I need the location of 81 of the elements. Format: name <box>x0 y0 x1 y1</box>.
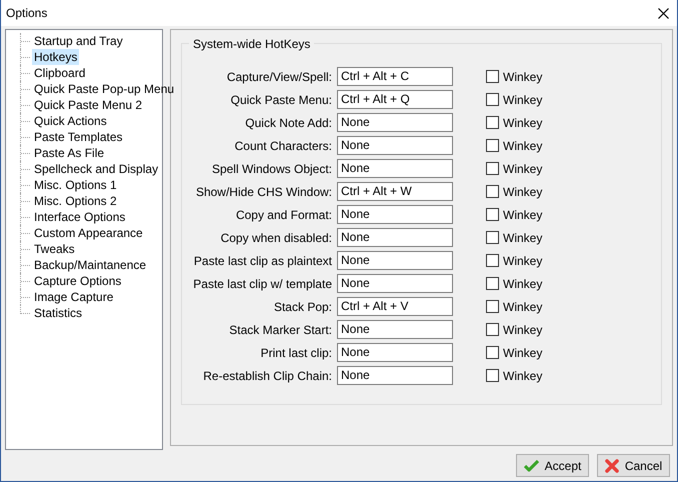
tree-item[interactable]: Interface Options <box>32 209 128 225</box>
tree-item[interactable]: Custom Appearance <box>32 225 145 241</box>
checkbox-label[interactable]: Winkey <box>503 368 542 382</box>
tree-item[interactable]: Image Capture <box>32 289 116 305</box>
accept-button[interactable]: Accept <box>516 454 589 477</box>
tree-item[interactable]: Misc. Options 1 <box>32 177 119 193</box>
checkbox[interactable] <box>486 116 499 129</box>
checkbox[interactable] <box>486 70 499 83</box>
checkbox[interactable] <box>486 300 499 313</box>
field-label: Copy when disabled: <box>220 230 332 244</box>
checkbox[interactable] <box>486 185 499 198</box>
hotkey-field[interactable]: Ctrl + Alt + Q <box>337 90 453 109</box>
hotkey-field[interactable]: None <box>337 251 453 270</box>
tree-item[interactable]: Quick Paste Pop-up Menu <box>32 81 176 97</box>
checkbox-label[interactable]: Winkey <box>503 116 542 130</box>
tree-item[interactable]: Capture Options <box>32 273 124 289</box>
tree-item[interactable]: Quick Paste Menu 2 <box>32 97 144 113</box>
checkbox-label[interactable]: Winkey <box>503 208 542 222</box>
checkbox-label[interactable]: Winkey <box>503 184 542 198</box>
checkbox-label[interactable]: Winkey <box>503 276 542 290</box>
checkbox-label[interactable]: Winkey <box>503 138 542 152</box>
field-label: Show/Hide CHS Window: <box>194 184 332 198</box>
tree-item[interactable]: Hotkeys <box>32 49 80 65</box>
checkbox-label[interactable]: Winkey <box>503 92 542 106</box>
checkbox-label[interactable]: Winkey <box>503 254 542 268</box>
field-label: Paste last clip w/ template <box>192 276 332 290</box>
field-label: Re-establish Clip Chain: <box>202 368 332 382</box>
field-label: Count Characters: <box>234 138 332 152</box>
tree-item[interactable]: Clipboard <box>32 65 88 81</box>
field-label: Print last clip: <box>260 346 332 360</box>
check-icon <box>524 459 539 472</box>
hotkey-field[interactable]: None <box>337 320 453 339</box>
checkbox[interactable] <box>486 93 499 106</box>
checkbox[interactable] <box>486 254 499 267</box>
field-label: Paste last clip as plaintext <box>192 254 332 268</box>
hotkey-field[interactable]: None <box>337 136 453 155</box>
close-icon[interactable] <box>658 8 669 18</box>
checkbox-label[interactable]: Winkey <box>503 322 542 336</box>
tree-item[interactable]: Paste As File <box>32 145 106 161</box>
field-label: Spell Windows Object: <box>210 162 332 176</box>
checkbox[interactable] <box>486 277 499 290</box>
checkbox-label[interactable]: Winkey <box>503 300 542 314</box>
window-title: Options <box>6 6 48 20</box>
tree-item[interactable]: Startup and Tray <box>32 33 125 49</box>
hotkey-field[interactable]: None <box>337 343 453 362</box>
checkbox[interactable] <box>486 139 499 152</box>
field-label: Copy and Format: <box>234 208 332 222</box>
tree-item[interactable]: Backup/Maintanence <box>32 257 148 273</box>
tree-item[interactable]: Quick Actions <box>32 113 109 129</box>
checkbox[interactable] <box>486 162 499 175</box>
cancel-button[interactable]: Cancel <box>597 454 670 477</box>
field-label: Capture/View/Spell: <box>226 70 332 84</box>
tree-item[interactable]: Paste Templates <box>32 129 124 145</box>
hotkey-field[interactable]: None <box>337 274 453 293</box>
checkbox-label[interactable]: Winkey <box>503 346 542 360</box>
checkbox-label[interactable]: Winkey <box>503 162 542 176</box>
checkbox[interactable] <box>486 369 499 382</box>
field-label: Quick Paste Menu: <box>230 92 332 106</box>
group-title: System-wide HotKeys <box>189 38 314 51</box>
checkbox[interactable] <box>486 231 499 244</box>
cross-icon <box>604 458 619 472</box>
tree-item[interactable]: Statistics <box>32 305 84 321</box>
hotkey-field[interactable]: Ctrl + Alt + W <box>337 182 453 201</box>
tree-item[interactable]: Spellcheck and Display <box>32 161 160 177</box>
checkbox[interactable] <box>486 346 499 359</box>
checkbox[interactable] <box>486 323 499 336</box>
tree-item[interactable]: Tweaks <box>32 241 77 257</box>
hotkey-field[interactable]: None <box>337 159 453 178</box>
hotkey-field[interactable]: None <box>337 205 453 224</box>
field-label: Stack Marker Start: <box>228 322 332 336</box>
hotkey-field[interactable]: None <box>337 113 453 132</box>
field-label: Stack Pop: <box>272 300 332 314</box>
hotkey-field[interactable]: None <box>337 228 453 247</box>
tree-item[interactable]: Misc. Options 2 <box>32 193 119 209</box>
checkbox-label[interactable]: Winkey <box>503 70 542 84</box>
hotkey-field[interactable]: Ctrl + Alt + C <box>337 67 453 86</box>
checkbox[interactable] <box>486 208 499 221</box>
hotkey-field[interactable]: None <box>337 366 453 385</box>
checkbox-label[interactable]: Winkey <box>503 230 542 244</box>
hotkey-field[interactable]: Ctrl + Alt + V <box>337 297 453 316</box>
field-label: Quick Note Add: <box>244 116 332 130</box>
